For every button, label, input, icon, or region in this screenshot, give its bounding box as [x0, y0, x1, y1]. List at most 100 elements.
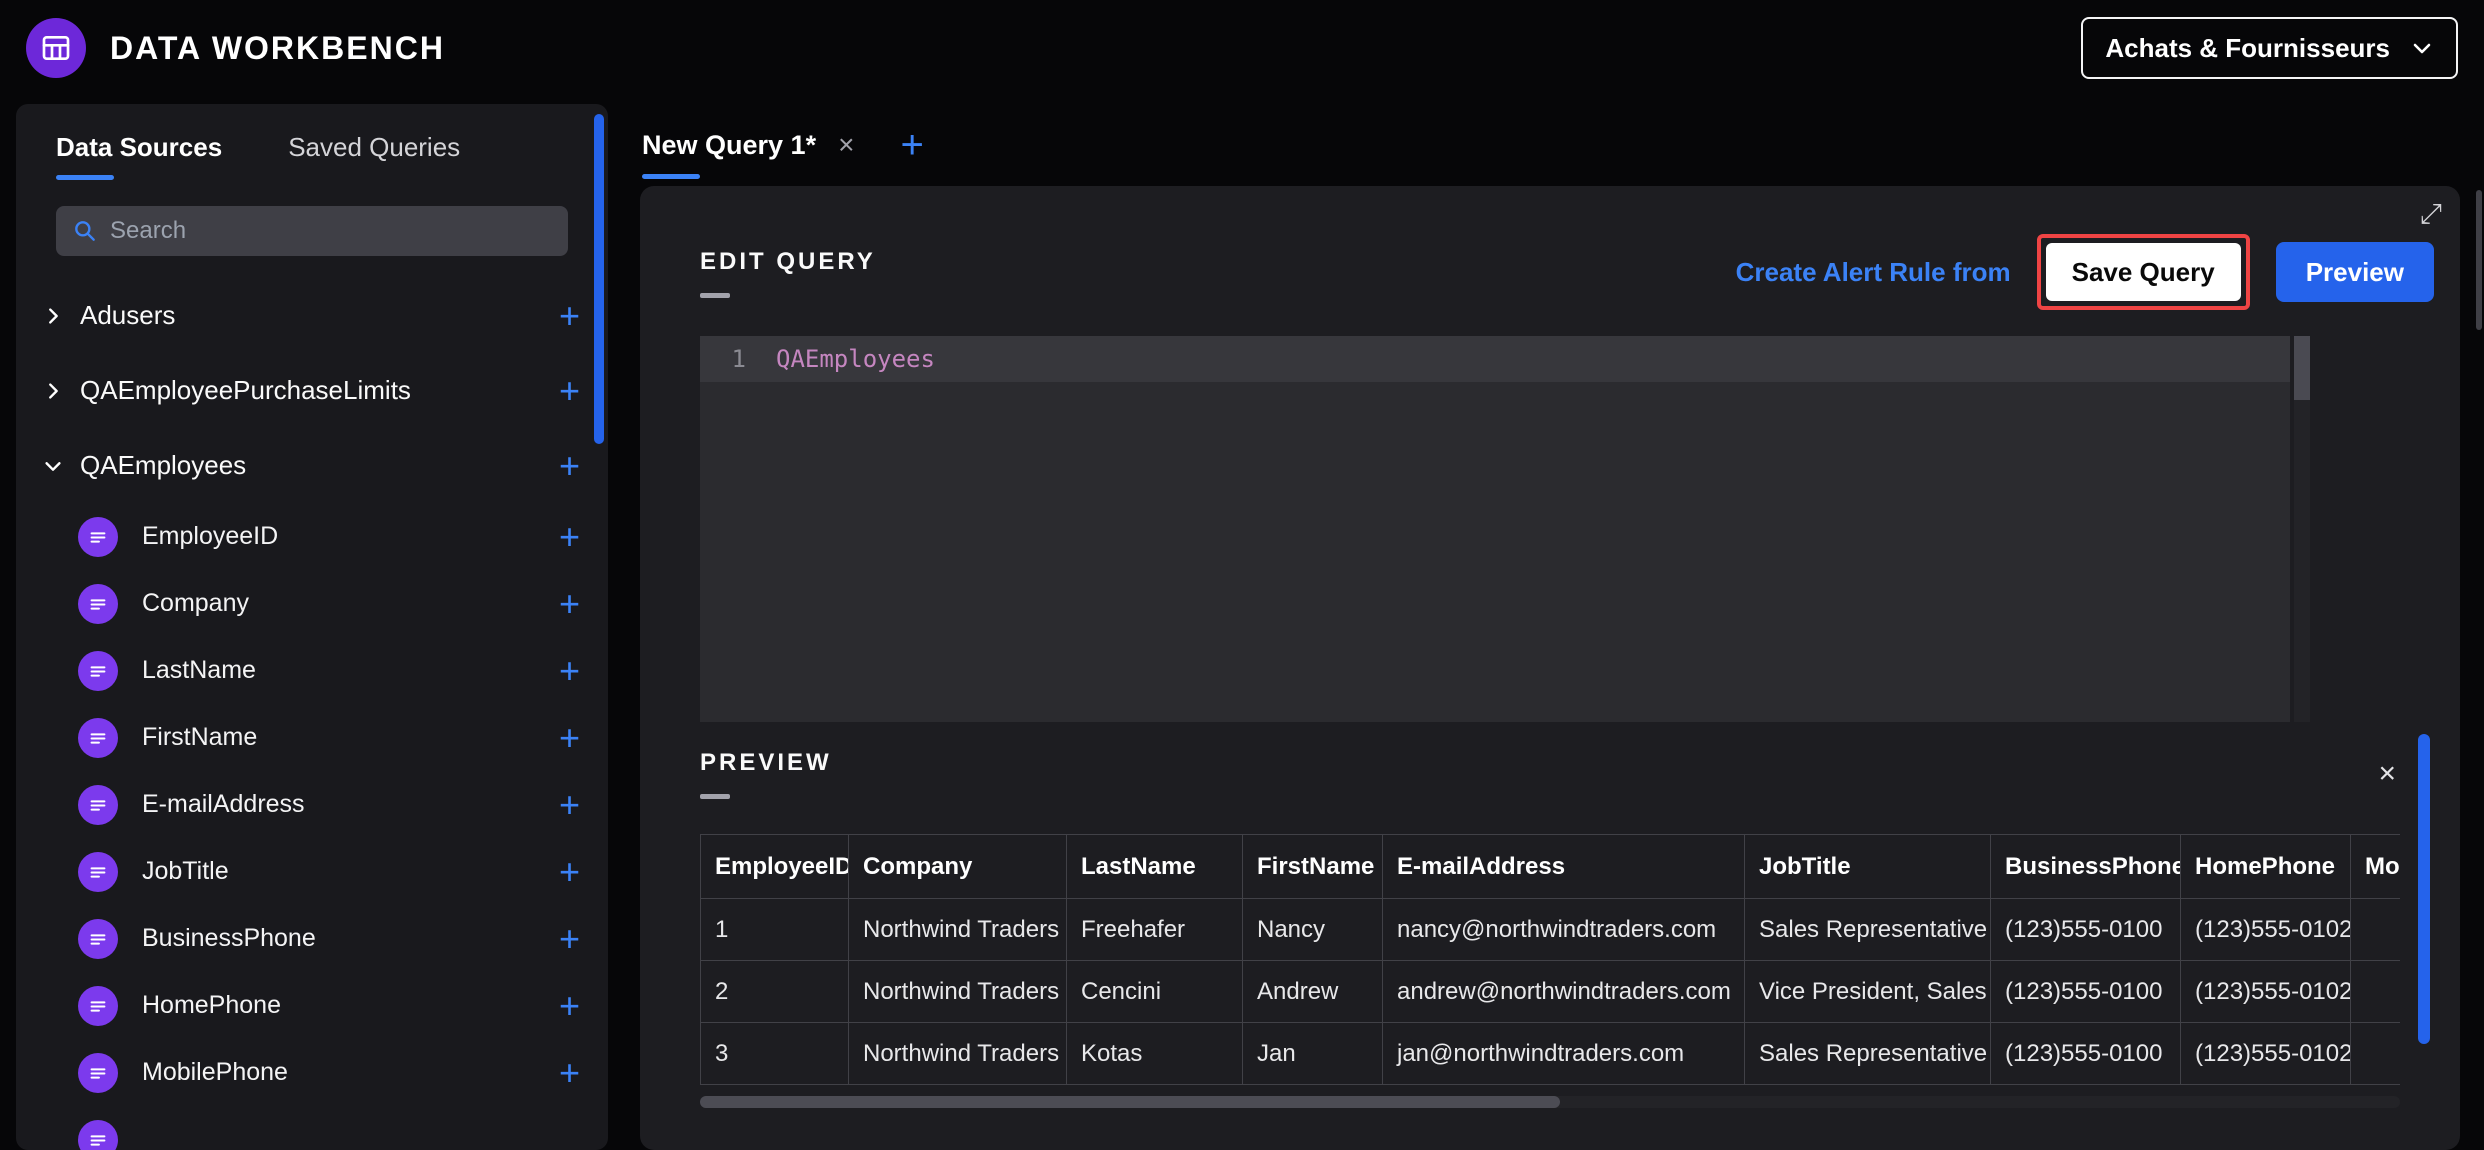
field-icon: [78, 986, 118, 1026]
editor-actions: Create Alert Rule from Save Query Previe…: [1736, 234, 2434, 310]
group-label: QAEmployeePurchaseLimits: [80, 375, 411, 406]
cell-company: Northwind Traders: [849, 1023, 1067, 1085]
cell-businessphone: (123)555-0100: [1991, 1023, 2181, 1085]
search-box[interactable]: [56, 206, 568, 256]
chevron-right-icon: [42, 380, 64, 402]
cell-email: andrew@northwindtraders.com: [1383, 961, 1745, 1023]
field-lines-icon: [87, 727, 109, 749]
add-field-button[interactable]: +: [559, 854, 580, 890]
field-lines-icon: [87, 593, 109, 615]
edit-query-heading: EDIT QUERY: [700, 247, 876, 277]
horizontal-scrollbar[interactable]: [700, 1096, 2400, 1108]
workspace-selector-label: Achats & Fournisseurs: [2105, 33, 2390, 64]
horizontal-scrollbar-thumb[interactable]: [700, 1096, 1560, 1108]
preview-header: PREVIEW ×: [700, 748, 2396, 799]
add-table-button[interactable]: +: [559, 373, 580, 409]
search-icon: [72, 218, 98, 244]
field-label: Company: [142, 589, 249, 618]
workspace-selector[interactable]: Achats & Fournisseurs: [2081, 17, 2458, 79]
table-grid-icon: [40, 32, 72, 64]
field-item[interactable]: HomePhone +: [16, 972, 608, 1039]
add-field-button[interactable]: +: [559, 653, 580, 689]
add-field-button[interactable]: +: [559, 586, 580, 622]
sidebar: Data Sources Saved Queries Adusers + QAE…: [16, 104, 608, 1150]
field-item-partial[interactable]: [16, 1106, 608, 1150]
add-field-button[interactable]: +: [559, 519, 580, 555]
tab-data-sources[interactable]: Data Sources: [56, 132, 222, 180]
tab-new-query-1[interactable]: New Query 1* ×: [642, 129, 854, 161]
page-scrollbar[interactable]: [2476, 190, 2482, 330]
sidebar-scrollbar[interactable]: [594, 114, 604, 444]
field-item[interactable]: Company +: [16, 570, 608, 637]
cell-email: nancy@northwindtraders.com: [1383, 899, 1745, 961]
search-input[interactable]: [110, 217, 552, 245]
field-lines-icon: [87, 861, 109, 883]
cell-company: Northwind Traders: [849, 961, 1067, 1023]
field-item[interactable]: JobTitle +: [16, 838, 608, 905]
field-item[interactable]: E-mailAddress +: [16, 771, 608, 838]
tab-label: Saved Queries: [288, 132, 460, 162]
field-icon: [78, 584, 118, 624]
field-icon: [78, 718, 118, 758]
cell-lastname: Freehafer: [1067, 899, 1243, 961]
cell-firstname: Jan: [1243, 1023, 1383, 1085]
group-label: Adusers: [80, 300, 175, 331]
tab-saved-queries[interactable]: Saved Queries: [288, 132, 460, 180]
add-field-button[interactable]: +: [559, 1055, 580, 1091]
field-label: FirstName: [142, 723, 257, 752]
field-item[interactable]: BusinessPhone +: [16, 905, 608, 972]
field-item[interactable]: LastName +: [16, 637, 608, 704]
chevron-right-icon: [42, 305, 64, 327]
code-editor[interactable]: 1 QAEmployees: [700, 336, 2290, 722]
cell-mobilephone: [2351, 899, 2401, 961]
preview-title-block: PREVIEW: [700, 748, 832, 799]
cell-mobilephone: [2351, 961, 2401, 1023]
field-label: BusinessPhone: [142, 924, 316, 953]
app-title: DATA WORKBENCH: [110, 30, 445, 67]
cell-homephone: (123)555-0102: [2181, 1023, 2351, 1085]
close-tab-icon[interactable]: ×: [838, 129, 854, 161]
field-icon: [78, 1053, 118, 1093]
save-query-button[interactable]: Save Query: [2046, 243, 2241, 301]
column-header: LastName: [1067, 835, 1243, 899]
cell-employeeid: 3: [701, 1023, 849, 1085]
column-header: EmployeeID: [701, 835, 849, 899]
group-label: QAEmployees: [80, 450, 246, 481]
field-lines-icon: [87, 526, 109, 548]
close-preview-icon[interactable]: ×: [2378, 757, 2396, 791]
add-field-button[interactable]: +: [559, 720, 580, 756]
create-alert-link[interactable]: Create Alert Rule from: [1736, 257, 2011, 288]
add-tab-button[interactable]: +: [900, 123, 923, 168]
query-tab-bar: New Query 1* × +: [642, 104, 924, 186]
heading-underline: [700, 293, 730, 298]
code-line: 1 QAEmployees: [700, 336, 2290, 382]
field-lines-icon: [87, 995, 109, 1017]
add-table-button[interactable]: +: [559, 448, 580, 484]
code-text: QAEmployees: [776, 345, 935, 373]
field-item[interactable]: EmployeeID +: [16, 503, 608, 570]
add-table-button[interactable]: +: [559, 298, 580, 334]
expand-icon[interactable]: ⤢: [2420, 198, 2442, 231]
app-header: DATA WORKBENCH Achats & Fournisseurs: [0, 0, 2484, 96]
preview-button[interactable]: Preview: [2276, 242, 2434, 302]
data-source-tree: Adusers + QAEmployeePurchaseLimits + QAE…: [16, 278, 608, 1150]
column-header: BusinessPhone: [1991, 835, 2181, 899]
tree-group-adusers[interactable]: Adusers +: [16, 278, 608, 353]
field-item[interactable]: FirstName +: [16, 704, 608, 771]
tree-group-qaemployees[interactable]: QAEmployees +: [16, 428, 608, 503]
table-body: 1 Northwind Traders Freehafer Nancy nanc…: [701, 899, 2401, 1085]
cell-homephone: (123)555-0102: [2181, 961, 2351, 1023]
field-lines-icon: [87, 928, 109, 950]
add-field-button[interactable]: +: [559, 921, 580, 957]
add-field-button[interactable]: +: [559, 787, 580, 823]
field-lines-icon: [87, 794, 109, 816]
field-item[interactable]: MobilePhone +: [16, 1039, 608, 1106]
preview-scrollbar[interactable]: [2418, 734, 2430, 1044]
edit-query-header: EDIT QUERY Create Alert Rule from Save Q…: [700, 234, 2434, 310]
add-field-button[interactable]: +: [559, 988, 580, 1024]
tree-group-qaemployeepurchaselimits[interactable]: QAEmployeePurchaseLimits +: [16, 353, 608, 428]
editor-scrollbar[interactable]: [2294, 336, 2310, 722]
cell-homephone: (123)555-0102: [2181, 899, 2351, 961]
field-lines-icon: [87, 660, 109, 682]
editor-scrollbar-thumb[interactable]: [2294, 336, 2310, 400]
